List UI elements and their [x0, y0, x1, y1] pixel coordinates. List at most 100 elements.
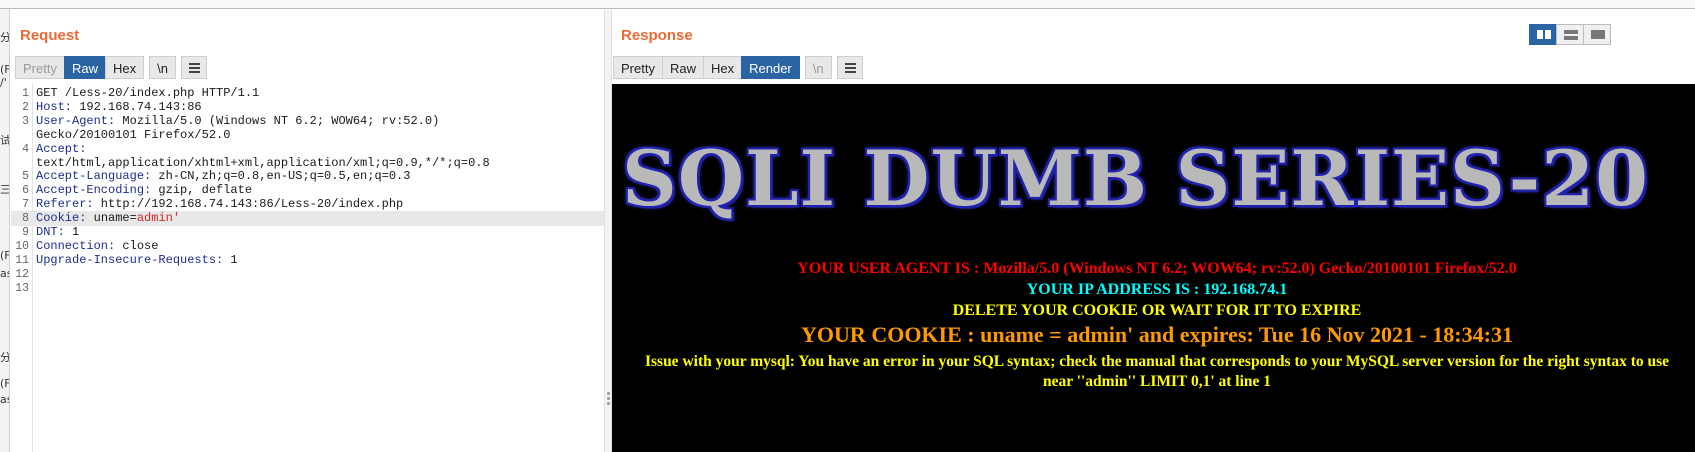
user-agent-message: YOUR USER AGENT IS : Mozilla/5.0 (Window…	[797, 260, 1517, 277]
line-content: Connection: close	[36, 239, 158, 254]
header-value: Mozilla/5.0 (Windows NT 6.2; WOW64; rv:5…	[115, 113, 440, 128]
header-value: 1	[223, 252, 238, 267]
code-line[interactable]: 6 Accept-Encoding: gzip, deflate	[11, 183, 604, 198]
code-line[interactable]: 5 Accept-Language: zh-CN,zh;q=0.8,en-US;q…	[11, 169, 604, 184]
hamburger-menu-icon[interactable]	[180, 56, 207, 79]
header-name: Accept:	[36, 141, 87, 156]
line-number: 4	[22, 142, 29, 156]
line-number: 2	[22, 100, 29, 114]
line-content: DNT: 1	[36, 225, 79, 240]
code-line[interactable]: Gecko/20100101 Firefox/52.0	[11, 128, 604, 143]
line-content: Cookie: uname=admin'	[36, 211, 180, 226]
line-number: 11	[15, 253, 29, 267]
mysql-error-message: Issue with your mysql: You have an error…	[644, 353, 1670, 390]
code-line[interactable]: 3 User-Agent: Mozilla/5.0 (Windows NT 6.2…	[11, 114, 604, 129]
line-number: 9	[22, 226, 29, 239]
header-name: Accept-Language:	[36, 169, 152, 184]
clipped-text-fragment: (F	[0, 63, 10, 76]
header-value: close	[115, 238, 159, 253]
line-number: 3	[22, 114, 29, 128]
code-line[interactable]: 7 Referer: http://192.168.74.143:86/Less-…	[11, 197, 604, 212]
header-value: http://192.168.74.143:86/Less-20/index.p…	[93, 197, 404, 212]
tab-raw[interactable]: Raw	[661, 56, 704, 79]
rows-layout-icon[interactable]	[1556, 24, 1584, 45]
header-value: gzip, deflate	[151, 183, 253, 198]
clipped-text-fragment: (F	[0, 249, 10, 262]
line-content: Accept-Encoding: gzip, deflate	[36, 183, 252, 198]
header-name: Upgrade-Insecure-Requests:	[36, 252, 224, 267]
cookie-message: YOUR COOKIE : uname = admin' and expires…	[801, 322, 1513, 347]
clipped-text-fragment: 试	[0, 134, 10, 147]
layout-toggle-group	[1529, 24, 1611, 45]
line-content: User-Agent: Mozilla/5.0 (Windows NT 6.2;…	[36, 114, 439, 129]
code-line[interactable]: 4 Accept:	[11, 142, 604, 157]
rendered-response-view: SQLI DUMB SERIES-20 YOUR USER AGENT IS :…	[612, 84, 1695, 452]
header-value: 192.168.74.143:86	[72, 99, 202, 114]
tab-pretty[interactable]: Pretty	[613, 56, 663, 79]
request-panel: Request Pretty Raw Hex \n 1 GET /Less-20/…	[11, 10, 606, 452]
code-line[interactable]: 11 Upgrade-Insecure-Requests: 1	[11, 253, 604, 268]
tab-pretty[interactable]: Pretty	[15, 56, 65, 79]
code-line[interactable]: 12	[11, 267, 604, 282]
clipped-text-fragment: 分	[0, 31, 10, 44]
response-tabs: Pretty Raw Hex Render \n	[613, 56, 863, 79]
tab-raw[interactable]: Raw	[63, 56, 106, 79]
columns-layout-icon[interactable]	[1529, 24, 1557, 45]
line-content: text/html,application/xhtml+xml,applicat…	[36, 156, 490, 171]
left-clipped-strip: 分(F/'试三(Fas分(Fas	[0, 9, 10, 452]
header-name: DNT:	[36, 225, 65, 239]
clipped-text-fragment: /'	[0, 76, 7, 89]
ip-address-message: YOUR IP ADDRESS IS : 192.168.74.1	[1026, 281, 1288, 298]
line-number: 1	[22, 87, 29, 100]
line-content: Gecko/20100101 Firefox/52.0	[36, 128, 230, 143]
single-pane-icon[interactable]	[1583, 24, 1611, 45]
code-line[interactable]: 8 Cookie: uname=admin'	[11, 211, 604, 227]
tab-hex[interactable]: Hex	[104, 56, 145, 79]
clipped-text-fragment: (F	[0, 377, 10, 390]
request-title: Request	[20, 27, 80, 44]
code-line[interactable]: 1 GET /Less-20/index.php HTTP/1.1	[11, 86, 604, 101]
header-name: Cookie:	[36, 211, 87, 226]
clipped-text-fragment: 分	[0, 351, 10, 364]
line-number: 6	[22, 184, 29, 198]
code-line[interactable]: 2 Host: 192.168.74.143:86	[11, 100, 604, 115]
hamburger-menu-icon[interactable]	[836, 56, 863, 79]
line-content: Accept-Language: zh-CN,zh;q=0.8,en-US;q=…	[36, 169, 410, 184]
response-title: Response	[621, 27, 693, 44]
pane-splitter[interactable]	[604, 10, 612, 452]
cookie-value: admin'	[136, 211, 181, 226]
header-value: uname=	[86, 211, 137, 226]
header-name: Host:	[36, 99, 73, 114]
line-number: 5	[22, 170, 29, 184]
page-banner: SQLI DUMB SERIES-20	[622, 134, 1649, 223]
line-number: 13	[15, 281, 29, 295]
clipped-text-fragment: as	[0, 267, 9, 280]
header-name: Connection:	[36, 238, 116, 253]
code-line[interactable]: 13	[11, 281, 604, 296]
header-name: User-Agent:	[36, 113, 116, 128]
header-name: Accept-Encoding:	[36, 183, 152, 198]
window-top-edge	[0, 0, 1695, 9]
line-content: Host: 192.168.74.143:86	[36, 100, 202, 115]
tab-hex[interactable]: Hex	[702, 56, 743, 79]
line-content: Referer: http://192.168.74.143:86/Less-2…	[36, 197, 403, 212]
line-content: Upgrade-Insecure-Requests: 1	[36, 253, 238, 268]
request-tabs: Pretty Raw Hex \n	[15, 56, 207, 79]
line-content: GET /Less-20/index.php HTTP/1.1	[36, 86, 259, 101]
header-value: Gecko/20100101 Firefox/52.0	[36, 127, 231, 142]
clipped-text-fragment: 三	[0, 183, 10, 196]
delete-cookie-message: DELETE YOUR COOKIE OR WAIT FOR IT TO EXP…	[952, 302, 1362, 319]
header-value: text/html,application/xhtml+xml,applicat…	[36, 155, 490, 170]
toggle-newlines-button[interactable]: \n	[149, 56, 176, 79]
tab-render[interactable]: Render	[741, 56, 800, 79]
toggle-newlines-button[interactable]: \n	[804, 56, 832, 79]
line-number: 10	[15, 239, 29, 253]
code-line[interactable]: 9 DNT: 1	[11, 225, 604, 240]
header-name: Referer:	[36, 197, 94, 212]
line-number: 12	[15, 267, 29, 281]
code-line[interactable]: text/html,application/xhtml+xml,applicat…	[11, 156, 604, 171]
line-content: Accept:	[36, 142, 86, 157]
request-editor[interactable]: 1 GET /Less-20/index.php HTTP/1.1 2 Host: 1…	[11, 84, 604, 452]
response-panel: Response Pretty Raw Hex Render \n SQLI D…	[612, 10, 1695, 452]
code-line[interactable]: 10 Connection: close	[11, 239, 604, 254]
